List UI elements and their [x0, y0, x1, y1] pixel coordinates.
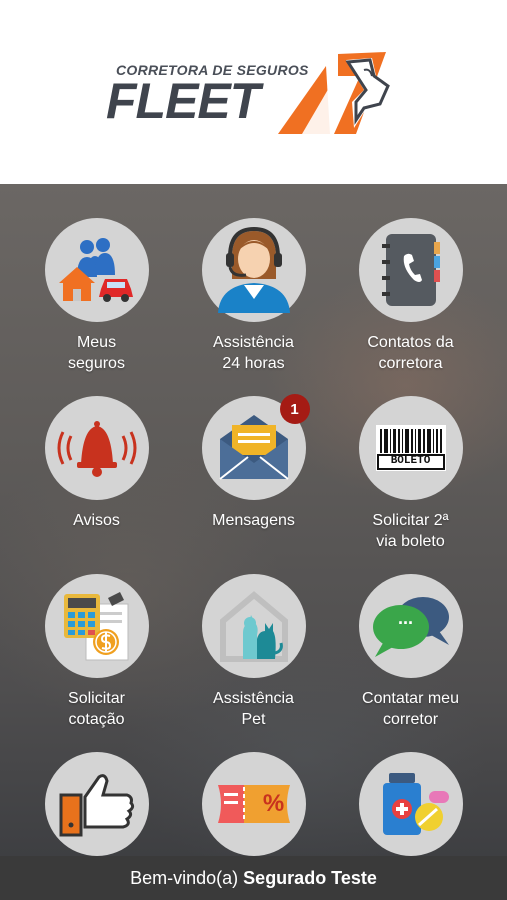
menu-tile-segunda-via-boleto[interactable]: BOLETO Solicitar 2ª via boleto: [326, 396, 495, 552]
menu-tile-circle: [44, 218, 149, 322]
user-name: Segurado Teste: [243, 867, 377, 888]
menu-tile-label: Solicitar cotação: [68, 690, 125, 728]
rhino-logo-icon: [278, 52, 392, 134]
pet-house-icon: [219, 591, 288, 662]
menu-tile-medicamentos[interactable]: [326, 752, 495, 856]
menu-grid: Meus seguros Assistência 24 horas Contat…: [0, 184, 507, 856]
menu-tile-circle: [44, 752, 149, 856]
discount-percent: %: [262, 790, 285, 817]
logo-wordmark: FLEET: [106, 73, 260, 129]
menu-tile-label: Assistência Pet: [213, 690, 294, 728]
fleet-logo: CORRETORA DE SEGUROS FLEET: [106, 46, 406, 138]
welcome-greeting: Bem-vindo(a): [130, 867, 239, 888]
unread-badge: 1: [279, 394, 310, 424]
menu-tile-label: Assistência 24 horas: [213, 334, 294, 372]
menu-tile-label: Meus seguros: [68, 334, 125, 372]
menu-tile-solicitar-cotacao[interactable]: Solicitar cotação: [12, 574, 181, 730]
menu-tile-circle: [44, 574, 149, 678]
menu-tile-circle: [44, 396, 149, 500]
menu-tile-circle: [201, 218, 306, 322]
menu-tile-contatos-corretora[interactable]: Contatos da corretora: [326, 218, 495, 374]
menu-tile-label: Avisos: [73, 512, 120, 529]
menu-tile-descontos[interactable]: %: [169, 752, 338, 856]
menu-tile-assistencia-pet[interactable]: Assistência Pet: [169, 574, 338, 730]
menu-tile-contatar-corretor[interactable]: ... Contatar meu corretor: [326, 574, 495, 730]
menu-tile-circle: %: [201, 752, 306, 856]
envelope-icon: [218, 415, 289, 480]
calculator-document-icon: [63, 592, 128, 661]
bell-icon: [57, 421, 136, 477]
menu-tile-avisos[interactable]: Avisos: [12, 396, 181, 531]
thumbs-up-icon: [59, 774, 134, 837]
menu-tile-avaliar[interactable]: [12, 752, 181, 856]
phone-book-icon: [381, 234, 440, 306]
menu-tile-circle: BOLETO: [358, 396, 463, 500]
app-header: CORRETORA DE SEGUROS FLEET: [0, 0, 507, 184]
family-house-car-icon: [58, 238, 133, 302]
barcode-label: BOLETO: [390, 455, 431, 467]
menu-tile-circle: [358, 218, 463, 322]
menu-tile-circle: [358, 752, 463, 856]
chat-dots: ...: [397, 608, 413, 628]
menu-tile-circle: [201, 574, 306, 678]
menu-tile-assistencia-24h[interactable]: Assistência 24 horas: [169, 218, 338, 374]
medicine-icon: [382, 773, 449, 835]
menu-tile-label: Mensagens: [212, 512, 295, 529]
menu-tile-circle: 1: [201, 394, 310, 500]
welcome-bar: Bem-vindo(a) Segurado Teste: [0, 856, 507, 900]
menu-tile-label: Contatar meu corretor: [362, 690, 459, 728]
menu-tile-label: Solicitar 2ª via boleto: [372, 512, 449, 550]
menu-tile-meus-seguros[interactable]: Meus seguros: [12, 218, 181, 374]
headset-agent-icon: [217, 227, 290, 313]
menu-tile-label: Contatos da corretora: [367, 334, 454, 372]
menu-tile-circle: ...: [358, 574, 463, 678]
menu-tile-mensagens[interactable]: 1 Mensagens: [169, 394, 338, 531]
